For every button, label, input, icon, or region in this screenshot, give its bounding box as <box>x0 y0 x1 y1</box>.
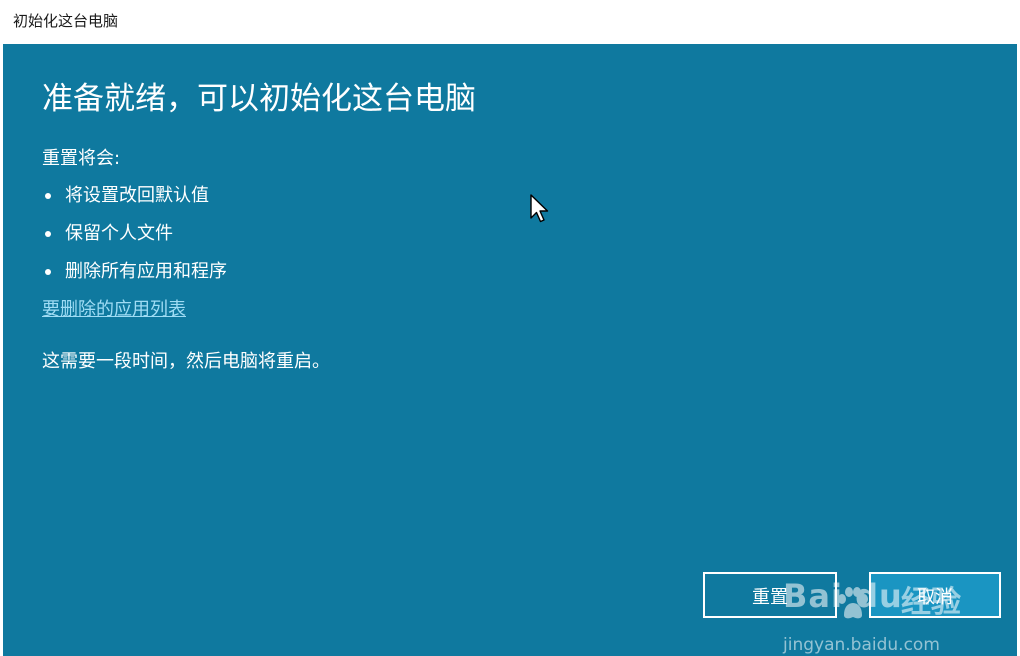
bullet-icon <box>45 269 51 275</box>
page-title: 准备就绪，可以初始化这台电脑 <box>42 81 476 117</box>
mouse-pointer-icon <box>530 194 549 223</box>
restart-note: 这需要一段时间，然后电脑将重启。 <box>42 351 330 372</box>
cancel-button[interactable]: 取消 <box>869 572 1001 618</box>
list-item-text: 将设置改回默认值 <box>65 185 209 206</box>
list-item-text: 删除所有应用和程序 <box>65 261 227 282</box>
list-item: 将设置改回默认值 <box>42 184 227 222</box>
list-item-text: 保留个人文件 <box>65 223 173 244</box>
reset-intro-label: 重置将会: <box>42 148 121 169</box>
watermark-url: jingyan.baidu.com <box>783 635 940 655</box>
baidu-paw-icon <box>838 587 868 619</box>
apps-to-remove-link[interactable]: 要删除的应用列表 <box>42 298 186 322</box>
reset-pc-window: 初始化这台电脑 准备就绪，可以初始化这台电脑 重置将会: 将设置改回默认值 保留… <box>0 0 1020 656</box>
reset-button[interactable]: 重置 <box>703 572 837 618</box>
reset-effects-list: 将设置改回默认值 保留个人文件 删除所有应用和程序 <box>42 184 227 298</box>
reset-panel: 准备就绪，可以初始化这台电脑 重置将会: 将设置改回默认值 保留个人文件 删除所… <box>3 44 1017 656</box>
title-bar[interactable]: 初始化这台电脑 <box>0 0 1020 44</box>
list-item: 删除所有应用和程序 <box>42 260 227 298</box>
window-title: 初始化这台电脑 <box>13 12 119 30</box>
bullet-icon <box>45 231 51 237</box>
bullet-icon <box>45 193 51 199</box>
list-item: 保留个人文件 <box>42 222 227 260</box>
